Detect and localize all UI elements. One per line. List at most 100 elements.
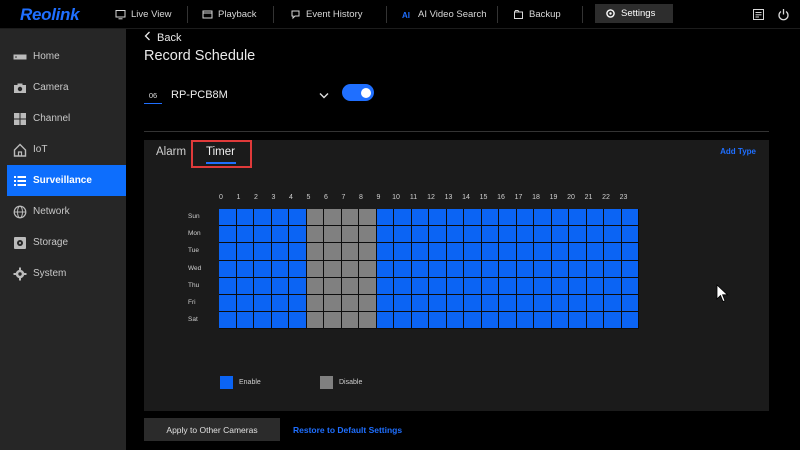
schedule-cell[interactable] [376, 295, 394, 313]
schedule-cell[interactable] [219, 226, 237, 244]
schedule-cell[interactable] [219, 260, 237, 278]
schedule-cell[interactable] [289, 243, 307, 261]
schedule-cell[interactable] [569, 277, 587, 295]
schedule-cell[interactable] [516, 209, 534, 227]
schedule-cell[interactable] [586, 277, 604, 295]
schedule-cell[interactable] [481, 312, 499, 330]
schedule-cell[interactable] [604, 277, 622, 295]
schedule-cell[interactable] [534, 226, 552, 244]
back-button[interactable]: Back [144, 31, 181, 44]
schedule-cell[interactable] [289, 295, 307, 313]
schedule-cell[interactable] [376, 260, 394, 278]
schedule-cell[interactable] [551, 260, 569, 278]
camera-name[interactable]: RP-PCB8M [171, 89, 228, 101]
sidebar-item-channel[interactable]: Channel [0, 103, 126, 134]
schedule-cell[interactable] [219, 243, 237, 261]
schedule-cell[interactable] [446, 209, 464, 227]
schedule-cell[interactable] [254, 226, 272, 244]
nav-event-history[interactable]: Event History [290, 4, 363, 24]
schedule-cell[interactable] [481, 243, 499, 261]
chevron-down-icon[interactable] [319, 90, 329, 100]
schedule-cell[interactable] [236, 260, 254, 278]
schedule-cell[interactable] [604, 260, 622, 278]
schedule-cell[interactable] [376, 243, 394, 261]
schedule-cell[interactable] [569, 243, 587, 261]
schedule-cell[interactable] [236, 243, 254, 261]
schedule-cell[interactable] [586, 260, 604, 278]
schedule-cell[interactable] [534, 277, 552, 295]
schedule-cell[interactable] [516, 312, 534, 330]
schedule-cell[interactable] [376, 277, 394, 295]
schedule-cell[interactable] [464, 260, 482, 278]
schedule-cell[interactable] [411, 209, 429, 227]
schedule-cell[interactable] [394, 243, 412, 261]
sidebar-item-iot[interactable]: IoT [0, 134, 126, 165]
schedule-cell[interactable] [621, 209, 639, 227]
schedule-cell[interactable] [481, 209, 499, 227]
schedule-cell[interactable] [586, 295, 604, 313]
schedule-cell[interactable] [271, 312, 289, 330]
schedule-cell[interactable] [429, 312, 447, 330]
schedule-cell[interactable] [551, 312, 569, 330]
nav-ai-video-search[interactable]: AI AI Video Search [402, 4, 486, 24]
schedule-cell[interactable] [411, 312, 429, 330]
schedule-cell[interactable] [604, 312, 622, 330]
schedule-cell[interactable] [324, 295, 342, 313]
schedule-cell[interactable] [516, 243, 534, 261]
nav-live-view[interactable]: Live View [115, 4, 172, 24]
schedule-cell[interactable] [499, 226, 517, 244]
schedule-cell[interactable] [236, 312, 254, 330]
schedule-cell[interactable] [254, 312, 272, 330]
schedule-cell[interactable] [359, 243, 377, 261]
schedule-cell[interactable] [359, 277, 377, 295]
schedule-cell[interactable] [341, 226, 359, 244]
schedule-cell[interactable] [376, 226, 394, 244]
schedule-cell[interactable] [446, 277, 464, 295]
schedule-cell[interactable] [341, 260, 359, 278]
schedule-cell[interactable] [324, 209, 342, 227]
schedule-cell[interactable] [219, 277, 237, 295]
schedule-cell[interactable] [534, 260, 552, 278]
schedule-cell[interactable] [254, 243, 272, 261]
schedule-cell[interactable] [271, 209, 289, 227]
schedule-cell[interactable] [359, 209, 377, 227]
schedule-cell[interactable] [534, 209, 552, 227]
schedule-cell[interactable] [254, 295, 272, 313]
restore-default-settings-link[interactable]: Restore to Default Settings [293, 425, 402, 435]
schedule-cell[interactable] [271, 260, 289, 278]
schedule-cell[interactable] [219, 295, 237, 313]
schedule-cell[interactable] [586, 243, 604, 261]
schedule-cell[interactable] [306, 312, 324, 330]
schedule-cell[interactable] [341, 312, 359, 330]
schedule-cell[interactable] [446, 295, 464, 313]
schedule-cell[interactable] [411, 226, 429, 244]
schedule-cell[interactable] [219, 312, 237, 330]
schedule-cell[interactable] [359, 226, 377, 244]
schedule-cell[interactable] [219, 209, 237, 227]
schedule-cell[interactable] [499, 277, 517, 295]
schedule-cell[interactable] [569, 312, 587, 330]
schedule-cell[interactable] [306, 277, 324, 295]
schedule-cell[interactable] [341, 243, 359, 261]
schedule-cell[interactable] [394, 209, 412, 227]
schedule-cell[interactable] [621, 277, 639, 295]
schedule-cell[interactable] [446, 243, 464, 261]
schedule-cell[interactable] [254, 209, 272, 227]
schedule-cell[interactable] [271, 243, 289, 261]
schedule-cell[interactable] [499, 260, 517, 278]
schedule-cell[interactable] [621, 312, 639, 330]
schedule-cell[interactable] [324, 226, 342, 244]
schedule-cell[interactable] [516, 260, 534, 278]
schedule-cell[interactable] [394, 312, 412, 330]
schedule-cell[interactable] [394, 295, 412, 313]
sidebar-item-storage[interactable]: Storage [0, 227, 126, 258]
schedule-cell[interactable] [394, 277, 412, 295]
schedule-cell[interactable] [341, 277, 359, 295]
schedule-cell[interactable] [411, 277, 429, 295]
schedule-cell[interactable] [359, 312, 377, 330]
schedule-cell[interactable] [411, 243, 429, 261]
schedule-cell[interactable] [464, 312, 482, 330]
apply-to-other-cameras-button[interactable]: Apply to Other Cameras [144, 418, 280, 441]
schedule-cell[interactable] [429, 243, 447, 261]
schedule-cell[interactable] [376, 312, 394, 330]
